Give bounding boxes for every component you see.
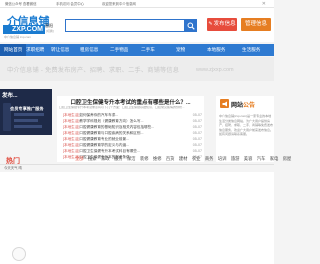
top-link-mobile[interactable]: 手机访问 会员中心	[56, 1, 84, 6]
news-headline[interactable]: 口腔卫生保健专升本考试的重点有哪些是什么？...	[57, 98, 204, 106]
region-switch-link[interactable]: [切换]	[46, 29, 54, 33]
news-item-title[interactable]: 口腔健康教育的基础知识及相关内容包括哪些...	[79, 125, 154, 129]
news-item-tag: [本地生活]	[63, 137, 80, 141]
weather-text: 今天天气 晴	[4, 166, 22, 170]
nav-item-transfer[interactable]: 转让信息	[51, 44, 69, 56]
promo-line	[14, 125, 42, 128]
close-icon[interactable]: ✕	[262, 1, 266, 7]
notice-title: 网站公告	[231, 100, 255, 109]
nav-item-life-services[interactable]: 生活服务	[242, 44, 260, 56]
news-item-date: 05-07	[192, 131, 202, 135]
header: 介信息铺 ZXP.COM 中介信息铺 zxp.com 晋阳 [切换] ✎发布信息…	[0, 8, 274, 42]
news-item-title[interactable]: 口腔健康教育学的定义与内涵...	[79, 143, 129, 147]
news-item-date: 05-07	[192, 137, 202, 141]
promo-line	[14, 119, 38, 122]
nav-item-secondhand[interactable]: 二手物品	[110, 44, 128, 56]
category-link[interactable]: 家电	[270, 156, 279, 161]
news-item-date: 05-07	[192, 143, 202, 147]
category-link[interactable]: 装修	[140, 156, 149, 161]
news-item[interactable]: [本地生活]教学学科规划（健康教育方向）怎么写... 05-07	[63, 119, 202, 125]
search-button[interactable]	[185, 19, 197, 32]
search-icon	[187, 22, 195, 30]
news-item-tag: [本地生活]	[63, 119, 80, 123]
edit-icon: ✎	[208, 21, 213, 27]
promo-line	[14, 113, 44, 116]
category-link[interactable]: 全部	[75, 156, 84, 161]
notice-title-b: 公告	[243, 103, 256, 109]
nav-item-home[interactable]: 网站首页	[0, 44, 27, 56]
category-link[interactable]: 房屋	[283, 156, 292, 161]
nav-item-local-services[interactable]: 本地服务	[207, 44, 225, 56]
news-item-title[interactable]: 教学学科规划（健康教育方向）怎么写...	[79, 119, 143, 123]
category-link[interactable]: 农业	[192, 156, 201, 161]
category-link[interactable]: 建材	[179, 156, 188, 161]
promo-subtitle: 会员专享推广服务	[10, 106, 44, 111]
category-section: 热门 全部 搜索 家政 服务 保洁 装修 维修 百货 建材 农业 商务 培训 旅…	[0, 152, 291, 264]
notice-title-a: 网站	[231, 103, 244, 109]
category-link[interactable]: 旅游	[231, 156, 240, 161]
promo-title: 发布...	[2, 93, 18, 99]
top-bar: 微信公众号 查看微信 手机访问 会员中心 欢迎您来到中介信息网 ✕	[0, 0, 274, 8]
category-links: 全部 搜索 家政 服务 保洁 装修 维修 百货 建材 农业 商务 培训 旅游 美…	[75, 156, 291, 162]
promo-image[interactable]: 发布... 会员专享推广服务	[0, 89, 52, 135]
news-item-date: 05-07	[192, 125, 202, 129]
news-item-date: 05-07	[192, 119, 202, 123]
category-link[interactable]: 家政	[101, 156, 110, 161]
megaphone-icon	[222, 101, 227, 106]
news-item-tag: [本地生活]	[63, 131, 80, 135]
category-link[interactable]: 百货	[166, 156, 175, 161]
site-logo[interactable]: 介信息铺 ZXP.COM 中介信息铺 zxp.com	[3, 13, 50, 41]
banner: 中介信息铺 - 免费发布房产、招聘、求职、二手、商铺等信息 www.zjxxp.…	[0, 57, 274, 81]
nav-item-jobs[interactable]: 求职招聘	[26, 44, 44, 56]
main-nav: 网站首页 求职招聘 转让信息 租房信息 二手物品 二手车 宠物 本地服务 生活服…	[0, 44, 274, 56]
search-input[interactable]	[65, 19, 185, 32]
news-item-title[interactable]: 口腔健康教育与口腔疾病的关系和区别...	[79, 131, 143, 135]
news-item[interactable]: [本地生活]口腔健康教育学的定义与内涵... 05-07	[63, 143, 202, 149]
nav-item-pets[interactable]: 宠物	[176, 44, 185, 56]
news-summary: 口腔卫生保健专升本考试重点有以下几个方面：口腔卫生保健基础知识、口腔常见疾病的预…	[59, 106, 185, 109]
news-item-date: 05-07	[192, 113, 202, 117]
category-link[interactable]: 汽车	[257, 156, 266, 161]
notice-body: 中介信息铺(zxp.com)是一家专业的本地生活分类信息网站，为广大用户提供房产…	[219, 114, 274, 137]
publish-button[interactable]: ✎发布信息	[207, 18, 237, 31]
notice-icon	[220, 99, 229, 108]
publish-button-label: 发布信息	[213, 21, 236, 27]
top-link-wechat[interactable]: 微信公众号 查看微信	[5, 1, 36, 6]
news-item-tag: [本地生活]	[63, 125, 80, 129]
category-link[interactable]: 搜索	[88, 156, 97, 161]
news-item-tag: [本地生活]	[63, 143, 80, 147]
nav-item-rental[interactable]: 租房信息	[80, 44, 98, 56]
category-link[interactable]: 维修	[153, 156, 162, 161]
news-item-tag: [本地生活]	[63, 113, 80, 117]
banner-url: www.zjxxp.com	[196, 67, 234, 73]
news-item[interactable]: [本地生活]口腔健康教育的基础知识及相关内容包括哪些... 05-07	[63, 125, 202, 131]
news-item[interactable]: [本地生活]口腔健康教育专业的就业前景... 05-07	[63, 137, 202, 143]
category-link[interactable]: 商务	[205, 156, 214, 161]
news-item[interactable]: [本地生活]如何保养你的汽车车漆... 05-07	[63, 113, 202, 119]
top-welcome: 欢迎您来到中介信息网	[102, 2, 136, 6]
page: 微信公众号 查看微信 手机访问 会员中心 欢迎您来到中介信息网 ✕ 介信息铺 Z…	[0, 0, 291, 264]
manage-button[interactable]: 管理信息	[241, 18, 271, 31]
category-link[interactable]: 培训	[218, 156, 227, 161]
news-item-title[interactable]: 口腔健康教育专业的就业前景...	[79, 137, 129, 141]
category-divider	[0, 164, 274, 165]
news-item-title[interactable]: 如何保养你的汽车车漆...	[79, 113, 118, 117]
category-link[interactable]: 服务	[114, 156, 123, 161]
logo-domain: ZXP.COM	[3, 25, 45, 34]
category-link[interactable]: 保洁	[127, 156, 136, 161]
banner-slogan: 中介信息铺 - 免费发布房产、招聘、求职、二手、商铺等信息	[7, 67, 180, 74]
news-item[interactable]: [本地生活]口腔健康教育与口腔疾病的关系和区别... 05-07	[63, 131, 202, 137]
category-link[interactable]: 美容	[244, 156, 253, 161]
category-content	[0, 172, 274, 264]
logo-subtitle: 中介信息铺 zxp.com	[4, 35, 32, 39]
avatar	[12, 247, 26, 261]
nav-item-used-cars[interactable]: 二手车	[141, 44, 155, 56]
